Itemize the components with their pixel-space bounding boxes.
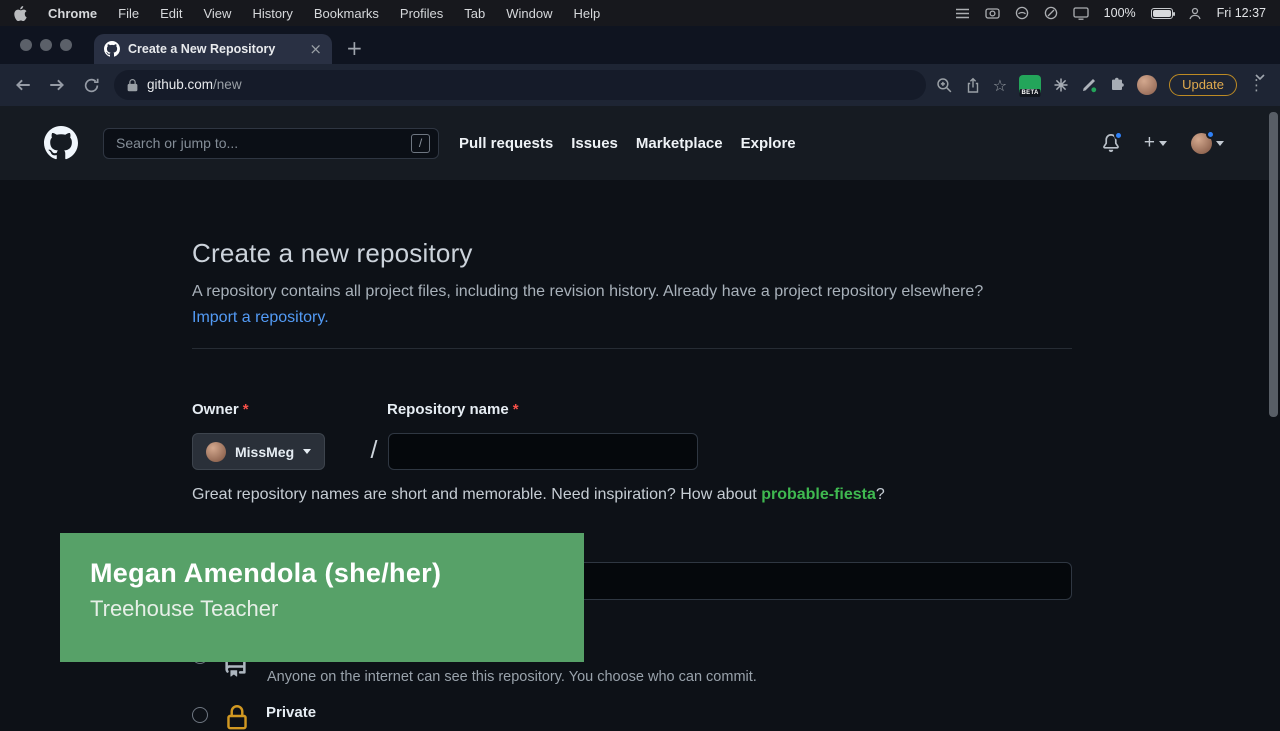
bookmark-star-icon[interactable]: ☆ — [993, 76, 1007, 95]
repository-name-label: Repository name* — [387, 401, 519, 418]
required-asterisk: * — [513, 401, 519, 418]
beta-extension-icon[interactable]: BETA — [1019, 75, 1041, 95]
nav-marketplace[interactable]: Marketplace — [636, 135, 723, 152]
battery-percent: 100% — [1104, 6, 1136, 20]
owner-select-button[interactable]: MissMeg — [192, 433, 325, 470]
menu-view[interactable]: View — [203, 6, 231, 21]
presenter-name: Megan Amendola (she/her) — [90, 557, 584, 589]
public-description: Anyone on the internet can see this repo… — [267, 669, 757, 685]
address-bar[interactable]: github.com/new — [114, 70, 926, 100]
profile-menu-button[interactable] — [1191, 133, 1224, 154]
forward-button-icon[interactable] — [44, 72, 70, 98]
menu-profiles[interactable]: Profiles — [400, 6, 443, 21]
menu-app-name[interactable]: Chrome — [48, 6, 97, 21]
back-button-icon[interactable] — [10, 72, 36, 98]
avatar-notification-dot — [1206, 130, 1215, 139]
window-minimize-button[interactable] — [40, 39, 52, 51]
menu-help[interactable]: Help — [574, 6, 601, 21]
menu-history[interactable]: History — [252, 6, 292, 21]
pencil-extension-icon[interactable] — [1081, 77, 1097, 93]
update-button[interactable]: Update — [1169, 74, 1237, 96]
owner-label: Owner* — [192, 401, 249, 418]
reload-button-icon[interactable] — [78, 72, 104, 98]
notifications-bell-icon[interactable] — [1102, 134, 1120, 152]
menubar-rows-icon[interactable] — [955, 7, 970, 20]
page-title: Create a new repository — [192, 238, 473, 269]
tab-close-icon[interactable]: × — [309, 40, 322, 58]
import-repository-link[interactable]: Import a repository. — [192, 309, 329, 326]
menu-file[interactable]: File — [118, 6, 139, 21]
chevron-down-icon — [1159, 141, 1167, 146]
search-input[interactable] — [116, 135, 411, 151]
github-logo-icon[interactable] — [44, 126, 78, 160]
github-nav: Pull requests Issues Marketplace Explore — [459, 135, 796, 152]
page-intro: A repository contains all project files,… — [192, 279, 1010, 331]
suggested-repo-name[interactable]: probable-fiesta — [761, 486, 876, 503]
menubar-display-icon[interactable] — [1073, 7, 1089, 20]
zoom-icon[interactable] — [936, 77, 953, 94]
apple-logo-icon[interactable] — [14, 6, 27, 21]
macos-menu-bar: Chrome File Edit View History Bookmarks … — [0, 0, 1280, 26]
lock-icon — [224, 705, 250, 731]
menubar-user-switch-icon[interactable] — [1188, 7, 1202, 20]
section-divider — [192, 348, 1072, 349]
menubar-swirl-icon[interactable] — [1044, 6, 1058, 20]
private-radio[interactable] — [192, 707, 208, 723]
url-domain: github.com — [147, 77, 213, 92]
required-asterisk: * — [243, 401, 249, 418]
notification-dot — [1114, 131, 1123, 140]
owner-repo-slash: / — [362, 436, 386, 465]
window-close-button[interactable] — [20, 39, 32, 51]
owner-name: MissMeg — [235, 444, 294, 460]
private-label: Private — [266, 704, 316, 721]
lower-third-overlay: Megan Amendola (she/her) Treehouse Teach… — [60, 533, 584, 662]
nav-issues[interactable]: Issues — [571, 135, 618, 152]
tab-title: Create a New Repository — [128, 42, 301, 56]
presenter-role: Treehouse Teacher — [90, 596, 584, 622]
browser-tab[interactable]: Create a New Repository × — [94, 34, 332, 64]
browser-profile-avatar[interactable] — [1137, 75, 1157, 95]
repository-name-input[interactable] — [388, 433, 698, 470]
https-lock-icon[interactable] — [126, 79, 139, 92]
menubar-camera-icon[interactable] — [985, 7, 1000, 20]
chevron-down-icon — [1216, 141, 1224, 146]
github-header: / Pull requests Issues Marketplace Explo… — [0, 106, 1280, 180]
browser-toolbar: github.com/new ☆ BETA Update ⋮ — [0, 64, 1280, 106]
github-search-box[interactable]: / — [103, 128, 439, 159]
chevron-down-icon — [303, 449, 311, 454]
tab-search-chevron-icon[interactable] — [1254, 68, 1266, 86]
extensions-puzzle-icon[interactable] — [1109, 77, 1125, 93]
nav-pull-requests[interactable]: Pull requests — [459, 135, 553, 152]
beta-badge-label: BETA — [1020, 89, 1041, 97]
create-new-plus-button[interactable]: + — [1144, 132, 1167, 154]
battery-icon[interactable] — [1151, 8, 1173, 19]
asterisk-extension-icon[interactable] — [1053, 77, 1069, 93]
repo-name-hint: Great repository names are short and mem… — [192, 486, 885, 504]
menu-window[interactable]: Window — [506, 6, 552, 21]
window-zoom-button[interactable] — [60, 39, 72, 51]
owner-avatar — [206, 442, 226, 462]
page-scrollbar-thumb[interactable] — [1269, 112, 1278, 417]
tab-favicon-github-icon — [104, 41, 120, 57]
slash-key-hint: / — [411, 134, 430, 153]
menubar-clock[interactable]: Fri 12:37 — [1217, 6, 1266, 20]
menu-tab[interactable]: Tab — [464, 6, 485, 21]
url-path: /new — [213, 77, 242, 92]
menu-bookmarks[interactable]: Bookmarks — [314, 6, 379, 21]
new-tab-button[interactable]: + — [346, 36, 363, 60]
menu-edit[interactable]: Edit — [160, 6, 182, 21]
nav-explore[interactable]: Explore — [741, 135, 796, 152]
menubar-circle-icon[interactable] — [1015, 6, 1029, 20]
share-icon[interactable] — [965, 77, 981, 94]
browser-tab-strip: Create a New Repository × + — [0, 26, 1280, 64]
